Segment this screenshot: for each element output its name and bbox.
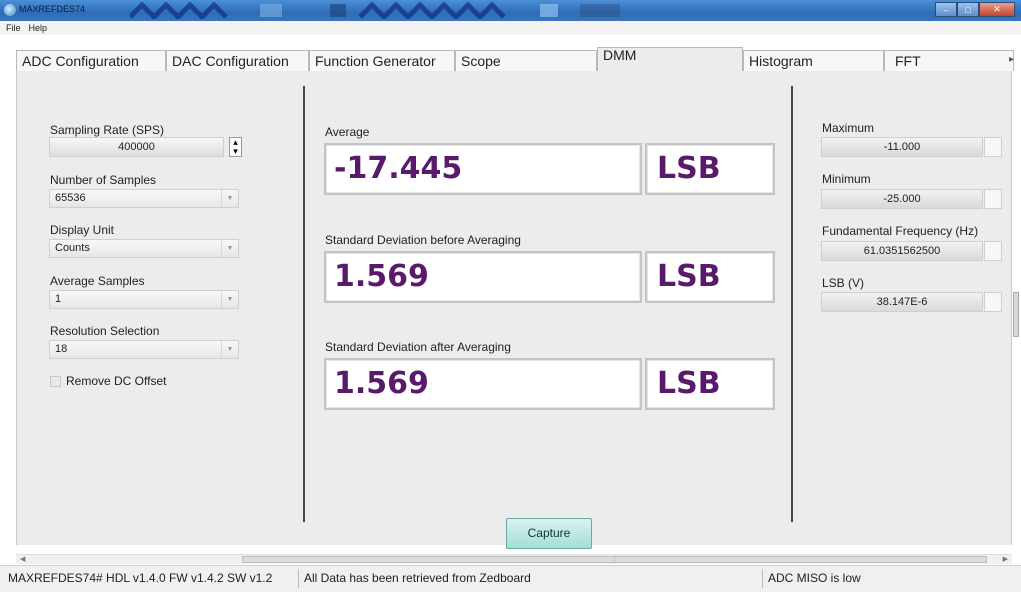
status-bar: MAXREFDES74# HDL v1.4.0 FW v1.4.2 SW v1.… (0, 565, 1021, 592)
display-unit-value: Counts (55, 242, 90, 254)
fundamental-frequency-label: Fundamental Frequency (Hz) (822, 224, 979, 238)
status-separator (298, 569, 299, 588)
vertical-scrollbar-thumb[interactable] (1013, 292, 1019, 337)
display-unit-label: Display Unit (50, 223, 115, 237)
std-before-value: 1.569 (324, 251, 642, 303)
tab-bar: ADC Configuration DAC Configuration Func… (16, 36, 1016, 72)
close-button[interactable]: ✕ (979, 2, 1015, 17)
resolution-select[interactable]: 18 ▼ (49, 340, 239, 359)
maximum-value: -11.000 (821, 137, 983, 157)
std-after-unit: LSB (645, 358, 775, 410)
tab-dmm[interactable]: DMM (597, 47, 743, 72)
num-samples-select[interactable]: 65536 ▼ (49, 189, 239, 208)
menu-help[interactable]: Help (29, 23, 48, 33)
chevron-down-icon: ▼ (221, 240, 238, 257)
tab-histogram[interactable]: Histogram (743, 50, 884, 71)
resolution-label: Resolution Selection (50, 324, 160, 338)
avg-samples-value: 1 (55, 293, 62, 305)
resolution-value: 18 (55, 343, 68, 355)
avg-samples-label: Average Samples (50, 274, 145, 288)
num-samples-label: Number of Samples (50, 173, 157, 187)
sampling-rate-label: Sampling Rate (SPS) (50, 123, 165, 137)
status-message: All Data has been retrieved from Zedboar… (304, 571, 531, 585)
std-before-label: Standard Deviation before Averaging (325, 233, 521, 247)
window-title: MAXREFDES74 (19, 4, 86, 14)
minimum-field-end (984, 189, 1002, 209)
minimum-value: -25.000 (821, 189, 983, 209)
fundamental-frequency-value: 61.0351562500 (821, 241, 983, 261)
scroll-left-icon[interactable]: ◀ (20, 555, 25, 563)
lsb-value: 38.147E-6 (821, 292, 983, 312)
scroll-right-icon[interactable]: ▶ (1003, 555, 1008, 563)
average-unit: LSB (645, 143, 775, 195)
average-value: -17.445 (324, 143, 642, 195)
remove-dc-checkbox[interactable] (50, 376, 61, 387)
lsb-label: LSB (V) (822, 276, 865, 290)
chevron-down-icon: ▼ (221, 291, 238, 308)
app-icon (4, 4, 16, 16)
std-after-value: 1.569 (324, 358, 642, 410)
status-miso: ADC MISO is low (768, 571, 861, 585)
tab-adc-configuration[interactable]: ADC Configuration (16, 50, 166, 71)
divider-right (791, 86, 793, 522)
minimum-label: Minimum (822, 172, 871, 186)
chevron-down-icon: ▼ (221, 341, 238, 358)
status-version: MAXREFDES74# HDL v1.4.0 FW v1.4.2 SW v1.… (8, 571, 273, 585)
sampling-rate-input[interactable]: 400000 (49, 137, 224, 157)
lsb-field-end (984, 292, 1002, 312)
maximize-button[interactable]: □ (957, 2, 979, 17)
tab-function-generator[interactable]: Function Generator (309, 50, 455, 71)
tab-fft[interactable]: FFT (884, 50, 1014, 71)
tab-dac-configuration[interactable]: DAC Configuration (166, 50, 309, 71)
horizontal-scrollbar[interactable]: ◀ ⋮ ▶ (16, 554, 1012, 564)
window-controls: – □ ✕ (935, 2, 1015, 18)
average-label: Average (325, 125, 370, 139)
title-bar-decoration (130, 2, 620, 19)
title-bar: MAXREFDES74 – □ ✕ (0, 0, 1021, 21)
menu-file[interactable]: File (6, 23, 21, 33)
std-after-label: Standard Deviation after Averaging (325, 340, 511, 354)
maximum-field-end (984, 137, 1002, 157)
chevron-down-icon: ▼ (221, 190, 238, 207)
minimize-button[interactable]: – (935, 2, 957, 17)
remove-dc-label: Remove DC Offset (66, 374, 167, 388)
tab-scope[interactable]: Scope (455, 50, 597, 71)
status-separator (762, 569, 763, 588)
divider-left (303, 86, 305, 522)
menu-bar: File Help (0, 21, 1021, 35)
sampling-rate-stepper[interactable]: ▴ ▾ (229, 137, 242, 157)
display-unit-select[interactable]: Counts ▼ (49, 239, 239, 258)
std-before-unit: LSB (645, 251, 775, 303)
tab-scroll-arrow-icon[interactable]: ▸ (1009, 54, 1014, 65)
num-samples-value: 65536 (55, 192, 86, 204)
capture-button[interactable]: Capture (506, 518, 592, 549)
fundamental-frequency-field-end (984, 241, 1002, 261)
horizontal-scrollbar-thumb[interactable]: ⋮ (242, 556, 987, 563)
maximum-label: Maximum (822, 121, 875, 135)
avg-samples-select[interactable]: 1 ▼ (49, 290, 239, 309)
